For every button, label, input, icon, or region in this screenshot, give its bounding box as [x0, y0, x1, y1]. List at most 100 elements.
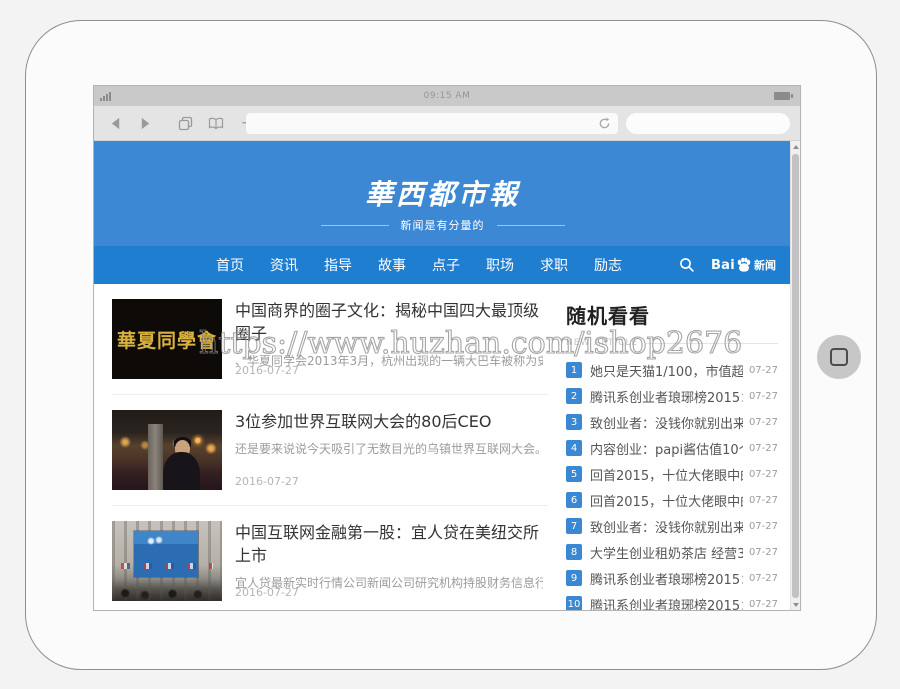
- site-logo[interactable]: 華西都市報: [94, 173, 791, 213]
- nav-item-guidance[interactable]: 指导: [324, 255, 352, 275]
- article-row-2[interactable]: 3位参加世界互联网大会的80后CEO 还是要来说说今天吸引了无数目光的乌镇世界互…: [112, 395, 548, 506]
- article-title[interactable]: 中国互联网金融第一股：宜人贷在美纽交所上市: [235, 521, 543, 567]
- sidebar-item-title: 致创业者：没钱你就别出来创: [590, 413, 743, 432]
- site-header: 華西都市報 新闻是有分量的: [94, 141, 791, 246]
- sidebar-item-title: 腾讯系创业者琅琊榜2015：麒: [590, 595, 743, 612]
- battery-icon: [774, 92, 790, 100]
- nav-item-story[interactable]: 故事: [378, 255, 406, 275]
- rank-badge: 8: [566, 544, 582, 560]
- rank-badge: 7: [566, 518, 582, 534]
- status-time: 09:15 AM: [94, 91, 800, 101]
- rank-badge: 4: [566, 440, 582, 456]
- refresh-button[interactable]: [594, 113, 615, 134]
- article-excerpt: 还是要来说说今天吸引了无数目光的乌镇世界互联网大会。八姐: [235, 440, 543, 457]
- sidebar-item-title: 腾讯系创业者琅琊榜2015：麒: [590, 569, 743, 588]
- baidu-news-logo[interactable]: Bai 新闻: [711, 257, 776, 273]
- tablet-frame: 09:15 AM +: [25, 20, 877, 670]
- scroll-down-arrow-icon[interactable]: [793, 603, 799, 607]
- sidebar-title: 随机看看: [566, 300, 778, 329]
- sidebar-item-9[interactable]: 9 腾讯系创业者琅琊榜2015：麒 07-27: [566, 570, 778, 586]
- site-tagline: 新闻是有分量的: [401, 217, 485, 233]
- article-1-body: 中国商界的圈子文化：揭秘中国四大最顶级圈子 、华夏同学会2013年3月，杭州出现…: [235, 299, 543, 379]
- article-date: 2016-07-27: [235, 475, 299, 488]
- page-content: 華夏同學會 中国商界的圈子文化：揭秘中国四大最顶级圈子 、华夏同学会2013年3…: [94, 284, 791, 611]
- nav-item-home[interactable]: 首页: [216, 255, 244, 275]
- sidebar-item-title: 内容创业：papi酱估值10个: [590, 439, 743, 458]
- open-book-icon: [208, 117, 224, 130]
- sidebar-item-title: 回首2015，十位大佬眼中的: [590, 465, 743, 484]
- photo-pillar: [148, 424, 162, 490]
- sidebar-item-date: 07-27: [749, 469, 778, 480]
- rank-badge: 5: [566, 466, 582, 482]
- back-arrow-icon: [109, 117, 122, 130]
- tabs-icon: [178, 116, 193, 131]
- article-date: 2016-07-27: [235, 364, 299, 377]
- site-search-button[interactable]: [679, 257, 695, 273]
- sidebar-random-posts: 随机看看 NEW ARTICLE 1 她只是天猫1/100，市值超天 07-27: [566, 284, 778, 611]
- sidebar-item-date: 07-27: [749, 443, 778, 454]
- nav-item-news[interactable]: 资讯: [270, 255, 298, 275]
- nav-item-jobs[interactable]: 求职: [540, 255, 568, 275]
- scrollbar[interactable]: [790, 141, 800, 611]
- rank-badge: 6: [566, 492, 582, 508]
- sidebar-item-date: 07-27: [749, 365, 778, 376]
- photo-blue-banner: [134, 531, 198, 577]
- nav-item-workplace[interactable]: 职场: [486, 255, 514, 275]
- article-title[interactable]: 3位参加世界互联网大会的80后CEO: [235, 410, 543, 433]
- article-1-thumbnail: 華夏同學會: [112, 299, 222, 379]
- scroll-up-arrow-icon[interactable]: [793, 145, 799, 149]
- article-3-thumbnail: [112, 521, 222, 601]
- nav-item-ideas[interactable]: 点子: [432, 255, 460, 275]
- sidebar-item-5[interactable]: 5 回首2015，十位大佬眼中的 07-27: [566, 466, 778, 482]
- baidu-logo-text: Bai: [711, 258, 735, 273]
- article-3-body: 中国互联网金融第一股：宜人贷在美纽交所上市 宜人贷最新实时行情公司新闻公司研究机…: [235, 521, 543, 601]
- status-bar: 09:15 AM: [94, 86, 800, 106]
- sidebar-list: 1 她只是天猫1/100，市值超天 07-27 2 腾讯系创业者琅琊榜2015：…: [566, 362, 778, 611]
- webpage: 華西都市報 新闻是有分量的 首页 资讯 指导 故事 点子 职场 求职 励志: [94, 141, 791, 611]
- rank-badge: 9: [566, 570, 582, 586]
- sidebar-item-2[interactable]: 2 腾讯系创业者琅琊榜2015：麒 07-27: [566, 388, 778, 404]
- photo-person-body: [163, 452, 200, 490]
- sidebar-item-1[interactable]: 1 她只是天猫1/100，市值超天 07-27: [566, 362, 778, 378]
- site-nav: 首页 资讯 指导 故事 点子 职场 求职 励志: [94, 246, 791, 284]
- home-button[interactable]: [817, 335, 861, 379]
- sidebar-subtitle: NEW ARTICLE: [566, 338, 638, 348]
- sidebar-item-date: 07-27: [749, 573, 778, 584]
- refresh-icon: [598, 117, 611, 130]
- browser-search-field[interactable]: [626, 113, 790, 134]
- sidebar-item-8[interactable]: 8 大学生创业租奶茶店 经营3月 07-27: [566, 544, 778, 560]
- baidu-logo-suffix: 新闻: [754, 257, 776, 273]
- sidebar-subtitle-divider: [646, 343, 778, 344]
- address-bar-input[interactable]: [246, 113, 618, 134]
- sidebar-item-3[interactable]: 3 致创业者：没钱你就别出来创 07-27: [566, 414, 778, 430]
- home-button-square-icon: [830, 348, 848, 366]
- sidebar-item-date: 07-27: [749, 417, 778, 428]
- browser-toolbar: +: [94, 106, 800, 141]
- article-2-body: 3位参加世界互联网大会的80后CEO 还是要来说说今天吸引了无数目光的乌镇世界互…: [235, 410, 543, 490]
- sidebar-item-7[interactable]: 7 致创业者：没钱你就别出来创 07-27: [566, 518, 778, 534]
- back-button[interactable]: [104, 117, 126, 130]
- article-row-1[interactable]: 華夏同學會 中国商界的圈子文化：揭秘中国四大最顶级圈子 、华夏同学会2013年3…: [112, 284, 548, 395]
- thumbnail-caption: 華夏同學會: [117, 326, 217, 353]
- sidebar-item-title: 腾讯系创业者琅琊榜2015：麒: [590, 387, 743, 406]
- rank-badge: 1: [566, 362, 582, 378]
- sidebar-item-10[interactable]: 10 腾讯系创业者琅琊榜2015：麒 07-27: [566, 596, 778, 611]
- rank-badge: 10: [566, 596, 582, 611]
- browser-viewport: 華西都市報 新闻是有分量的 首页 资讯 指导 故事 点子 职场 求职 励志: [94, 141, 800, 611]
- article-row-3[interactable]: 中国互联网金融第一股：宜人贷在美纽交所上市 宜人贷最新实时行情公司新闻公司研究机…: [112, 506, 548, 611]
- sidebar-item-title: 回首2015，十位大佬眼中的: [590, 491, 743, 510]
- rank-badge: 3: [566, 414, 582, 430]
- article-list: 華夏同學會 中国商界的圈子文化：揭秘中国四大最顶级圈子 、华夏同学会2013年3…: [94, 284, 548, 611]
- forward-button[interactable]: [134, 117, 156, 130]
- bookmarks-button[interactable]: [204, 117, 228, 130]
- sidebar-item-date: 07-27: [749, 599, 778, 610]
- sidebar-item-4[interactable]: 4 内容创业：papi酱估值10个 07-27: [566, 440, 778, 456]
- scrollbar-thumb[interactable]: [792, 154, 799, 598]
- sidebar-item-6[interactable]: 6 回首2015，十位大佬眼中的 07-27: [566, 492, 778, 508]
- tablet-screen: 09:15 AM +: [93, 85, 801, 611]
- photo-street-crowd: [112, 588, 222, 601]
- tabs-button[interactable]: [174, 116, 196, 131]
- sidebar-item-title: 大学生创业租奶茶店 经营3月: [590, 543, 743, 562]
- article-title[interactable]: 中国商界的圈子文化：揭秘中国四大最顶级圈子: [235, 299, 543, 345]
- nav-item-inspiration[interactable]: 励志: [594, 255, 622, 275]
